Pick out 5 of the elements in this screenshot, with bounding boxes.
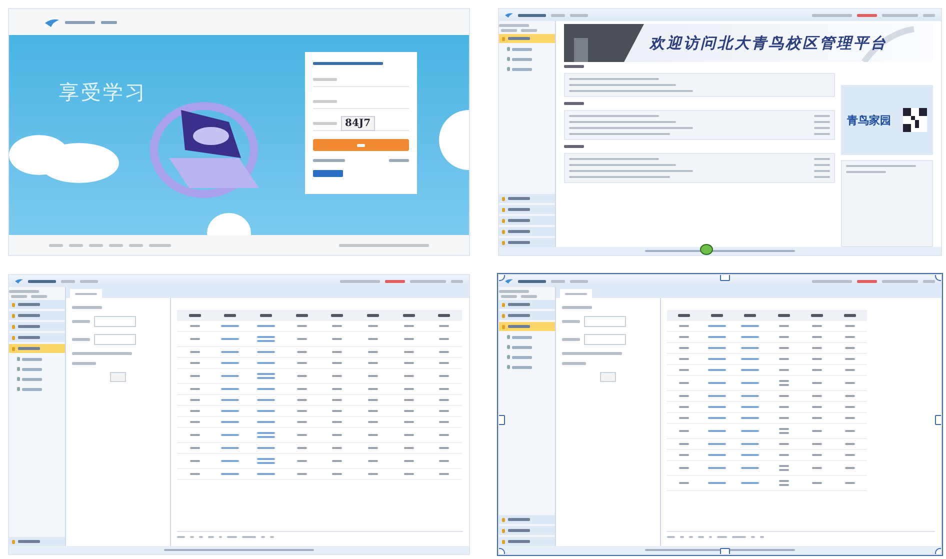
promo-title: 青鸟家园 bbox=[847, 112, 891, 128]
banner-title: 欢迎访问北大青鸟校区管理平台 bbox=[648, 34, 888, 52]
captcha-image: 84J7 bbox=[341, 116, 375, 131]
captcha-field[interactable]: 84J7 bbox=[313, 117, 409, 131]
slogan-heading: 享受学习 bbox=[59, 79, 147, 106]
